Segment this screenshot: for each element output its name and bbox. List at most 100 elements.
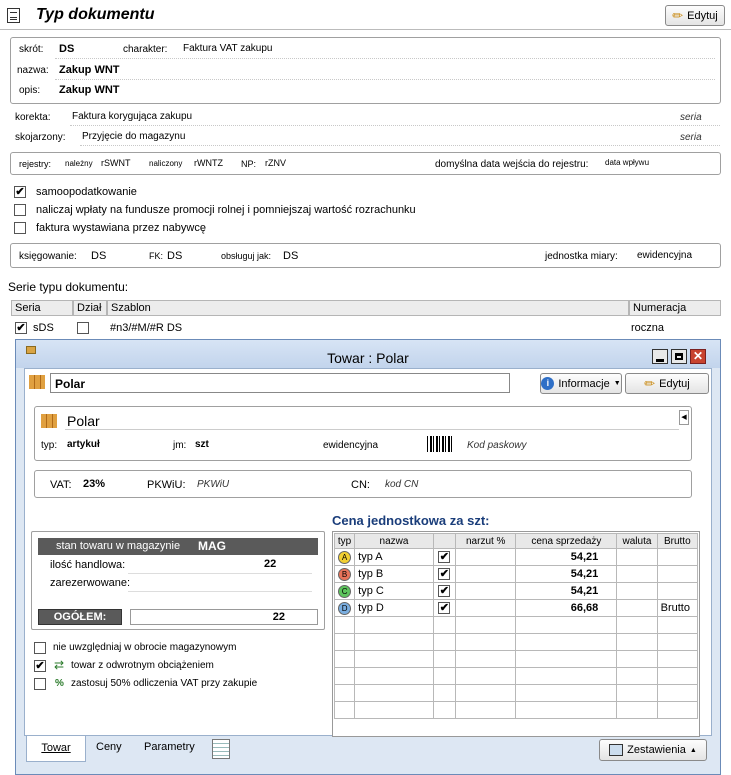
informacje-button[interactable]: i Informacje ▼ <box>540 373 622 394</box>
collapse-arrow[interactable]: ◀ <box>679 410 689 425</box>
naliczony-field[interactable]: rWNTZ <box>194 158 223 168</box>
price-row[interactable] <box>333 650 699 668</box>
skrot-value: DS <box>59 43 75 55</box>
price-row[interactable]: Ctyp C ✔ 54,21 <box>333 582 699 600</box>
percent-icon: % <box>55 678 64 689</box>
col-waluta[interactable]: waluta <box>616 533 658 549</box>
product-header-panel: Polar ◀ typ: artykuł jm: szt ewidencyjna… <box>34 406 692 461</box>
page-title: Typ dokumentu <box>36 6 155 23</box>
col-seria[interactable]: Seria <box>11 300 73 316</box>
price-active-checkbox[interactable]: ✔ <box>438 568 451 580</box>
typ-field[interactable]: artykuł <box>67 439 100 450</box>
fundusze-checkbox[interactable] <box>14 204 26 216</box>
price-value: 54,21 <box>515 582 618 600</box>
price-type-badge: D <box>338 601 352 615</box>
price-row[interactable] <box>333 633 699 651</box>
tab-ceny[interactable]: Ceny <box>96 741 122 753</box>
main-header: Typ dokumentu ✏ Edytuj <box>0 0 731 30</box>
serie-title: Serie typu dokumentu: <box>8 280 129 294</box>
tab-parametry[interactable]: Parametry <box>144 741 195 753</box>
price-active-checkbox[interactable]: ✔ <box>438 585 451 597</box>
fk-field[interactable]: DS <box>167 250 182 262</box>
price-row[interactable] <box>333 616 699 634</box>
towar-edit-button[interactable]: ✏ Edytuj <box>625 373 709 394</box>
korekta-seria[interactable]: seria <box>680 112 702 123</box>
jednostka-field[interactable]: ewidencyjna <box>637 250 692 261</box>
obrot-checkbox[interactable] <box>34 642 46 654</box>
samoopodatkowanie-checkbox[interactable]: ✔ <box>14 186 26 198</box>
nabywca-checkbox[interactable] <box>14 222 26 234</box>
barcode-icon <box>427 436 453 452</box>
window-titlebar[interactable]: Towar : Polar ✕ <box>16 340 720 368</box>
price-brutto: Brutto <box>656 599 699 617</box>
vat-field[interactable]: 23% <box>83 478 105 490</box>
tab-towar[interactable]: Towar <box>26 736 86 762</box>
dzial-checkbox[interactable] <box>77 322 89 334</box>
nalezny-field[interactable]: rSWNT <box>101 158 131 168</box>
seria-value[interactable]: sDS <box>33 322 54 334</box>
price-row[interactable] <box>333 667 699 685</box>
price-table: typ nazwa narzut % cena sprzedaży waluta… <box>332 531 700 737</box>
price-row[interactable]: Atyp A ✔ 54,21 <box>333 548 699 566</box>
np-field[interactable]: rZNV <box>265 158 286 168</box>
ogolem-box: 22 <box>130 609 318 625</box>
stock-panel: stan towaru w magazynie MAG ilość handlo… <box>31 531 325 630</box>
price-active-checkbox[interactable]: ✔ <box>438 602 451 614</box>
rejestry-panel: rejestry: należny rSWNT naliczony rWNTZ … <box>10 152 721 175</box>
opis-value: Zakup WNT <box>59 84 120 96</box>
skojarzony-seria[interactable]: seria <box>680 132 702 143</box>
price-row[interactable] <box>333 701 699 719</box>
cn-field[interactable]: kod CN <box>385 479 418 490</box>
close-button[interactable]: ✕ <box>690 349 706 364</box>
numeracja-value[interactable]: roczna <box>631 322 664 334</box>
pkwiu-field[interactable]: PKWiU <box>197 479 229 490</box>
kod-paskowy-field[interactable]: Kod paskowy <box>467 440 526 451</box>
ogolem-label: OGÓŁEM: <box>38 609 122 625</box>
col-szablon[interactable]: Szablon <box>107 300 629 316</box>
pencil-icon: ✏ <box>644 375 656 391</box>
edit-button[interactable]: ✏ Edytuj <box>665 5 725 26</box>
price-row[interactable] <box>333 684 699 702</box>
price-brutto <box>656 548 699 566</box>
col-narzut[interactable]: narzut % <box>454 533 517 549</box>
col-cena[interactable]: cena sprzedaży <box>515 533 618 549</box>
data-wejscia-field[interactable]: data wpływu <box>605 158 649 167</box>
pencil-icon: ✏ <box>672 7 684 23</box>
korekta-field[interactable]: Faktura korygująca zakupu <box>72 111 192 122</box>
report-icon <box>609 744 624 756</box>
ogolem-value: 22 <box>272 611 285 623</box>
vat50-checkbox[interactable] <box>34 678 46 690</box>
product-icon <box>41 414 57 428</box>
maximize-button[interactable] <box>671 349 687 364</box>
szablon-value[interactable]: #n3/#M/#R DS <box>110 322 182 334</box>
obsluguj-field[interactable]: DS <box>283 250 298 262</box>
col-numeracja[interactable]: Numeracja <box>629 300 721 316</box>
zestawienia-button[interactable]: Zestawienia ▲ <box>599 739 707 761</box>
jm-field[interactable]: szt <box>195 439 209 450</box>
price-type-badge: C <box>338 584 352 598</box>
col-check[interactable] <box>432 533 456 549</box>
seria-checkbox[interactable]: ✔ <box>15 322 27 334</box>
product-name-field[interactable]: Polar <box>50 373 510 393</box>
ksiegowanie-field[interactable]: DS <box>91 250 106 262</box>
price-name: typ D <box>354 599 434 617</box>
minimize-button[interactable] <box>652 349 668 364</box>
document-icon <box>7 8 20 23</box>
odwrotne-checkbox[interactable]: ✔ <box>34 660 46 672</box>
notes-tab-icon[interactable] <box>212 739 230 759</box>
col-brutto[interactable]: Brutto <box>656 533 699 549</box>
basic-info-panel: skrót: DS charakter: Faktura VAT zakupu … <box>10 37 721 104</box>
col-nazwa[interactable]: nazwa <box>354 533 434 549</box>
price-row[interactable]: Btyp B ✔ 54,21 <box>333 565 699 583</box>
stock-header: stan towaru w magazynie MAG <box>38 538 318 555</box>
price-value: 54,21 <box>515 565 618 583</box>
nazwa-value: Zakup WNT <box>59 64 120 76</box>
ksiegowanie-panel: księgowanie: DS FK: DS obsługuj jak: DS … <box>10 243 721 268</box>
skojarzony-field[interactable]: Przyjęcie do magazynu <box>82 131 185 142</box>
price-row[interactable]: Dtyp D ✔ 66,68 Brutto <box>333 599 699 617</box>
price-active-checkbox[interactable]: ✔ <box>438 551 451 563</box>
charakter-value: Faktura VAT zakupu <box>183 43 273 54</box>
price-value: 54,21 <box>515 548 618 566</box>
col-dzial[interactable]: Dział <box>73 300 107 316</box>
col-typ[interactable]: typ <box>333 533 356 549</box>
